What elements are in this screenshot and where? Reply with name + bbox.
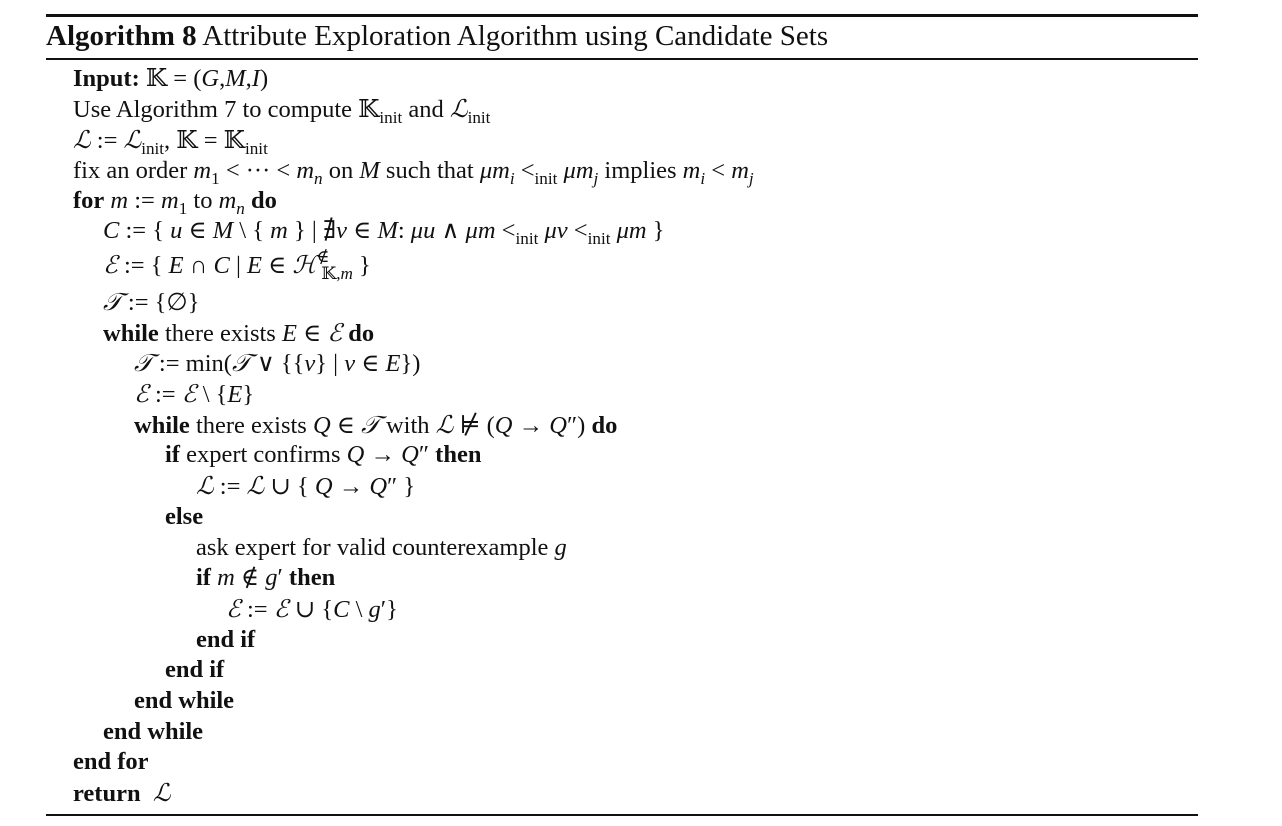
line-end-for: end for <box>73 747 149 777</box>
text-there-exists: there exists <box>164 320 276 347</box>
line-return: return ℒ <box>73 778 171 807</box>
kw-do: do <box>251 187 277 214</box>
line-end-while-inner: end while <box>134 686 234 716</box>
sub-init: init <box>379 107 403 127</box>
line-while-inner: while there exists Q ∈ 𝒯 with ℒ ⊭ (Q → Q… <box>134 410 618 439</box>
text-on: on <box>328 157 354 184</box>
kw-while: while <box>134 412 190 439</box>
kw-input: Input: <box>73 65 140 92</box>
algorithm-title: Attribute Exploration Algorithm using Ca… <box>202 20 829 52</box>
kw-else: else <box>165 503 204 530</box>
line-if-confirms: if expert confirms Q → Q″ then <box>165 441 482 468</box>
kw-for: for <box>73 187 105 214</box>
line-ask-expert: ask expert for valid counterexample g <box>196 534 567 561</box>
line-while-outer: while there exists E ∈ ℰ do <box>103 318 375 347</box>
text-use-algorithm: Use Algorithm 7 to compute <box>73 96 352 123</box>
text-with: with <box>385 412 430 439</box>
line-fix-order: fix an order m1 < ··· < mn on M such tha… <box>73 157 754 188</box>
line-e-assign: ℰ := { E ∩ C | E ∈ ℋ∉𝕂,m } <box>103 246 371 284</box>
line-t-min: 𝒯 := min(𝒯 ∨ {{v} | v ∈ E}) <box>134 348 421 377</box>
line-else: else <box>165 502 203 532</box>
kw-end-while: end while <box>134 687 235 714</box>
line-l-union: ℒ := ℒ ∪ { Q → Q″ } <box>196 471 416 500</box>
text-and: and <box>408 96 444 123</box>
line-candidate-set: C := { u ∈ M \ { m } | ∄v ∈ M: μu ∧ μm <… <box>103 217 665 248</box>
kw-end-if: end if <box>196 626 256 653</box>
kw-while: while <box>103 320 159 347</box>
line-e-minus: ℰ := ℰ \ {E} <box>134 379 255 408</box>
kw-then: then <box>288 564 336 591</box>
kw-end-while: end while <box>103 718 204 745</box>
algorithm-caption: Algorithm 8 Attribute Exploration Algori… <box>46 18 828 54</box>
text-expert-confirms: expert confirms <box>186 441 341 468</box>
kw-end-for: end for <box>73 748 149 775</box>
kw-do: do <box>348 320 375 347</box>
line-input: Input: 𝕂 = (G,M,I) <box>73 63 269 92</box>
bottom-rule <box>46 814 1198 816</box>
kw-then: then <box>435 441 482 468</box>
line-end-if-inner: end if <box>196 625 255 655</box>
kw-end-if: end if <box>165 656 225 683</box>
line-for: for m := m1 to mn do <box>73 187 277 218</box>
text-fix-order: fix an order <box>73 157 188 184</box>
kw-return: return <box>73 780 141 807</box>
sub-init: init <box>587 228 611 248</box>
text-ask-expert: ask expert for valid counterexample <box>196 534 549 561</box>
kw-if: if <box>196 564 211 591</box>
algorithm-label: Algorithm 8 <box>46 20 197 52</box>
line-assign-init: ℒ := ℒinit, 𝕂 = 𝕂init <box>73 125 268 158</box>
sub-init: init <box>534 168 558 188</box>
sub-init: init <box>515 228 539 248</box>
line-if-m-not-in: if m ∉ g′ then <box>196 564 336 591</box>
text-there-exists: there exists <box>195 412 307 439</box>
line-end-if-outer: end if <box>165 655 224 685</box>
sub-init: init <box>467 107 491 127</box>
text-to: to <box>193 187 213 214</box>
text-such-that: such that <box>385 157 474 184</box>
kw-if: if <box>165 441 180 468</box>
line-t-assign: 𝒯 := {∅} <box>103 287 200 316</box>
line-e-union: ℰ := ℰ ∪ {C \ g′} <box>226 594 398 623</box>
text-implies: implies <box>604 157 677 184</box>
top-rule <box>46 14 1198 17</box>
kw-do: do <box>591 412 618 439</box>
line-end-while-outer: end while <box>103 717 203 747</box>
caption-rule <box>46 58 1198 60</box>
line-use-algorithm: Use Algorithm 7 to compute 𝕂init and ℒin… <box>73 94 491 127</box>
